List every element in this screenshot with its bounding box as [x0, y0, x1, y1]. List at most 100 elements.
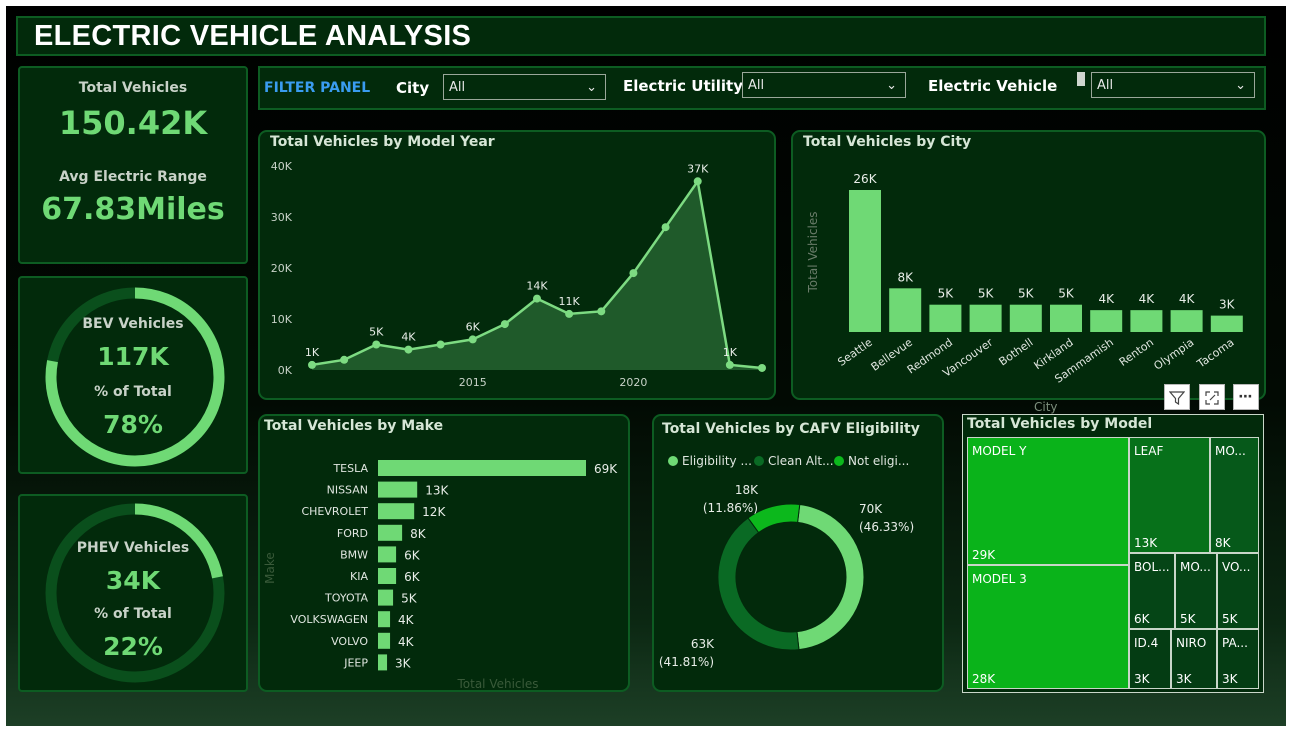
legend-label[interactable]: Not eligi... [848, 454, 909, 468]
treemap-cell[interactable]: NIRO 3K [1171, 629, 1217, 689]
make-x-axis-title: Total Vehicles [456, 677, 538, 690]
more-options-icon[interactable]: ⋯ [1233, 384, 1259, 410]
make-bar[interactable] [378, 481, 418, 498]
data-point[interactable] [533, 294, 541, 303]
treemap-cell-label: MODEL 3 [972, 572, 1027, 586]
data-point[interactable] [565, 309, 574, 318]
make-tick-label: BMW [340, 548, 368, 561]
focus-mode-icon[interactable] [1199, 384, 1225, 410]
treemap-cell[interactable]: MODEL 3 28K [967, 565, 1129, 689]
legend-label[interactable]: Clean Alt... [768, 454, 834, 468]
city-bar[interactable] [1170, 310, 1203, 332]
treemap-cell[interactable]: MO... 5K [1175, 553, 1217, 629]
make-tick-label: FORD [337, 527, 368, 540]
phev-value: 34K [105, 566, 161, 595]
data-point[interactable] [372, 340, 381, 349]
city-bar[interactable] [1009, 304, 1042, 332]
treemap-cell[interactable]: VO... 5K [1217, 553, 1259, 629]
make-bar[interactable] [378, 632, 391, 649]
city-bar[interactable] [889, 288, 922, 332]
data-label: 1K [305, 346, 320, 359]
data-label: 14K [526, 280, 548, 293]
data-point[interactable] [500, 320, 509, 329]
data-label: 6K [466, 320, 481, 333]
treemap-title: Total Vehicles by Model [967, 416, 1153, 432]
y-tick-label: 10K [271, 313, 293, 326]
legend-swatch [668, 456, 678, 466]
treemap-cell[interactable]: ID.4 3K [1129, 629, 1171, 689]
data-point[interactable] [693, 177, 702, 186]
donut-slice[interactable] [717, 517, 800, 651]
make-bar[interactable] [378, 503, 415, 520]
city-bar[interactable] [929, 304, 962, 332]
data-point[interactable] [725, 360, 734, 369]
make-bar[interactable] [378, 568, 397, 584]
data-point[interactable] [597, 307, 606, 316]
make-bar-label: 4K [398, 635, 415, 649]
make-bar[interactable] [378, 654, 388, 671]
treemap-cell[interactable]: PA... 3K [1217, 629, 1259, 689]
data-label: 4K [401, 331, 416, 344]
treemap-cell-value: 13K [1134, 536, 1158, 550]
make-bar-label: 6K [404, 570, 421, 584]
legend-swatch [754, 456, 764, 466]
city-bar[interactable] [849, 190, 881, 332]
kpi-card: Total Vehicles 150.42K Avg Electric Rang… [18, 66, 248, 264]
filter-panel-label: FILTER PANEL [264, 80, 371, 96]
city-bar-label: 4K [1098, 292, 1115, 306]
treemap-cell[interactable]: BOL... 6K [1129, 553, 1175, 629]
treemap-cell[interactable]: MO... 8K [1210, 437, 1259, 553]
legend-label[interactable]: Eligibility ... [682, 454, 752, 468]
make-bar[interactable] [378, 460, 586, 476]
slice-value-label: 70K [859, 502, 883, 516]
make-bar-label: 4K [398, 613, 415, 627]
y-tick-label: 40K [271, 160, 293, 173]
city-dropdown[interactable]: All ⌄ [443, 74, 606, 100]
treemap-cell[interactable]: MODEL Y 29K [967, 437, 1129, 565]
city-y-axis-title: Total Vehicles [806, 211, 820, 293]
make-bar[interactable] [378, 546, 397, 563]
data-point[interactable] [340, 355, 349, 364]
data-point[interactable] [468, 335, 477, 344]
chevron-down-icon: ⌄ [1235, 78, 1246, 93]
treemap-cell-value: 5K [1222, 612, 1238, 626]
slice-percent-label: (41.81%) [659, 655, 714, 669]
data-point[interactable] [758, 363, 766, 372]
y-tick-label: 20K [271, 262, 293, 275]
make-y-axis-title: Make [263, 552, 277, 584]
utility-dropdown[interactable]: All ⌄ [742, 72, 906, 98]
city-bar[interactable] [1090, 310, 1123, 332]
make-tick-label: TOYOTA [324, 592, 368, 605]
slice-percent-label: (11.86%) [703, 501, 758, 515]
ev-filter-indicator [1077, 72, 1085, 86]
area-fill [312, 181, 762, 370]
make-tick-label: JEEP [343, 656, 368, 669]
make-chart: Total Vehicles by Make Make Total Vehicle… [258, 414, 630, 692]
make-plot: Make Total Vehicles TESLA 69K NISSAN 13K CHEVR… [263, 460, 618, 690]
city-bar[interactable] [1130, 310, 1163, 332]
donut-slice[interactable] [796, 503, 865, 651]
filter-icon[interactable] [1164, 384, 1190, 410]
make-bar-label: 12K [422, 505, 446, 519]
data-point[interactable] [661, 223, 670, 232]
city-bar-label: 5K [938, 287, 955, 301]
make-bar-label: 3K [395, 656, 412, 670]
make-tick-label: KIA [350, 570, 368, 583]
city-bar[interactable] [969, 304, 1002, 332]
city-bar[interactable] [1210, 315, 1243, 332]
ev-dropdown[interactable]: All ⌄ [1091, 72, 1255, 98]
data-point[interactable] [629, 269, 638, 278]
data-point[interactable] [436, 340, 445, 349]
data-label: 11K [559, 295, 581, 308]
data-point[interactable] [308, 360, 316, 369]
make-bar[interactable] [378, 589, 394, 606]
make-tick-label: VOLKSWAGEN [290, 613, 368, 626]
treemap-cell-label: LEAF [1134, 444, 1164, 458]
make-tick-label: VOLVO [331, 635, 368, 648]
treemap-cell[interactable]: LEAF 13K [1129, 437, 1210, 553]
make-bar[interactable] [378, 611, 391, 628]
data-point[interactable] [404, 345, 413, 354]
utility-dropdown-value: All [748, 78, 765, 93]
make-bar[interactable] [378, 524, 403, 541]
city-bar[interactable] [1050, 304, 1082, 332]
